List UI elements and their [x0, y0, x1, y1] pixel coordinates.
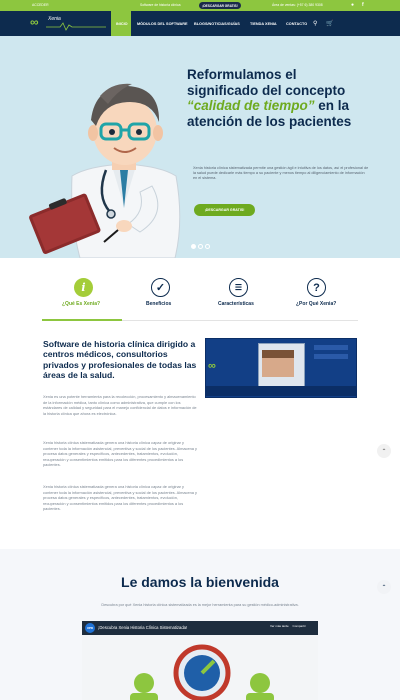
- hero-title-highlight: “calidad de tiempo”: [187, 98, 315, 114]
- xenia-logo[interactable]: ∞ Xenia: [30, 14, 106, 32]
- nav-item-tienda[interactable]: TIENDA XENIA: [250, 22, 277, 26]
- video-actions: Ver más tarde Compartir: [270, 624, 306, 628]
- share-button[interactable]: Compartir: [293, 624, 306, 628]
- paragraph-1: Xenia es una potente herramienta para la…: [43, 394, 197, 416]
- nav-item-blogs[interactable]: BLOGS/NOTICIAS/GUÍAS: [194, 22, 240, 26]
- channel-avatar[interactable]: UPD: [85, 623, 95, 633]
- carousel-dots: [191, 244, 210, 249]
- search-icon[interactable]: ⚲: [313, 20, 317, 27]
- promo-text: Software de historia clínica: [140, 3, 181, 7]
- sales-phone: Área de ventas: (+57 6) 380 9308: [272, 3, 323, 7]
- logo-glyph: ∞: [30, 15, 39, 29]
- hero-title: Reformulamos el significado del concepto…: [187, 67, 357, 129]
- carousel-dot-1[interactable]: [191, 244, 196, 249]
- screenshot-cell: [314, 345, 348, 350]
- screenshot-cell: [314, 354, 348, 359]
- nav-item-modulos[interactable]: MÓDULOS DEL SOFTWARE: [137, 22, 188, 26]
- nav-item-contacto[interactable]: CONTACTO: [286, 22, 307, 26]
- tab-caracteristicas[interactable]: Características: [218, 301, 254, 307]
- cart-icon[interactable]: 🛒: [326, 20, 333, 27]
- question-icon[interactable]: ?: [307, 278, 326, 297]
- video-thumbnail: [130, 644, 274, 700]
- welcome-title: Le damos la bienvenida: [121, 574, 279, 590]
- paragraph-2: Xenia historia clínica sistematizada gen…: [43, 440, 197, 467]
- watch-later-button[interactable]: Ver más tarde: [270, 624, 289, 628]
- info-icon[interactable]: i: [74, 278, 93, 297]
- topbar-download-button[interactable]: ¡DESCARGAR GRATIS!: [199, 2, 241, 9]
- checkmark-icon[interactable]: ✓: [151, 278, 170, 297]
- patient-hair: [262, 350, 294, 358]
- active-tab-underline: [42, 319, 122, 321]
- lock-icon[interactable]: ●: [351, 2, 354, 9]
- video-player[interactable]: UPD ¡Descubra Xenia Historia Clínica Sis…: [82, 621, 318, 700]
- svg-text:∞: ∞: [208, 360, 216, 372]
- facebook-icon[interactable]: f: [362, 2, 364, 9]
- top-bar: ACCEDER Software de historia clínica ¡DE…: [0, 0, 400, 11]
- carousel-dot-3[interactable]: [205, 244, 210, 249]
- hero-description: Xenia historia clínica sistematizada per…: [193, 166, 369, 181]
- hero-banner: Reformulamos el significado del concepto…: [0, 36, 400, 258]
- software-screenshot: ∞: [205, 338, 357, 398]
- tab-que-es-xenia[interactable]: ¿Qué Es Xenia?: [62, 301, 100, 307]
- heartbeat-icon: [46, 22, 106, 31]
- carousel-dot-2[interactable]: [198, 244, 203, 249]
- paragraph-3: Xenia historia clínica sistematizada gen…: [43, 484, 197, 511]
- screenshot-logo: ∞: [208, 360, 216, 372]
- hero-download-button[interactable]: ¡DESCARGAR GRATIS!: [194, 204, 255, 216]
- tab-por-que-xenia[interactable]: ¿Por Qué Xenia?: [296, 301, 336, 307]
- nav-item-inicio[interactable]: INICIO: [116, 22, 128, 26]
- section-title: Software de historia clínica dirigido a …: [43, 339, 197, 380]
- tab-beneficios[interactable]: Beneficios: [146, 301, 171, 307]
- hero-title-part1: Reformulamos el significado del concepto: [187, 67, 346, 98]
- welcome-subtitle: Descubra por qué Xenia historia clínica …: [101, 603, 299, 607]
- scroll-up-button-2[interactable]: ⌃: [377, 580, 391, 594]
- screenshot-footer-strip: [206, 386, 356, 396]
- page: ACCEDER Software de historia clínica ¡DE…: [0, 0, 400, 700]
- login-link[interactable]: ACCEDER: [32, 3, 49, 7]
- video-title[interactable]: ¡Descubra Xenia Historia Clínica Sistema…: [98, 625, 187, 630]
- list-icon[interactable]: ☰: [229, 278, 248, 297]
- scroll-up-button[interactable]: ⌃: [377, 444, 391, 458]
